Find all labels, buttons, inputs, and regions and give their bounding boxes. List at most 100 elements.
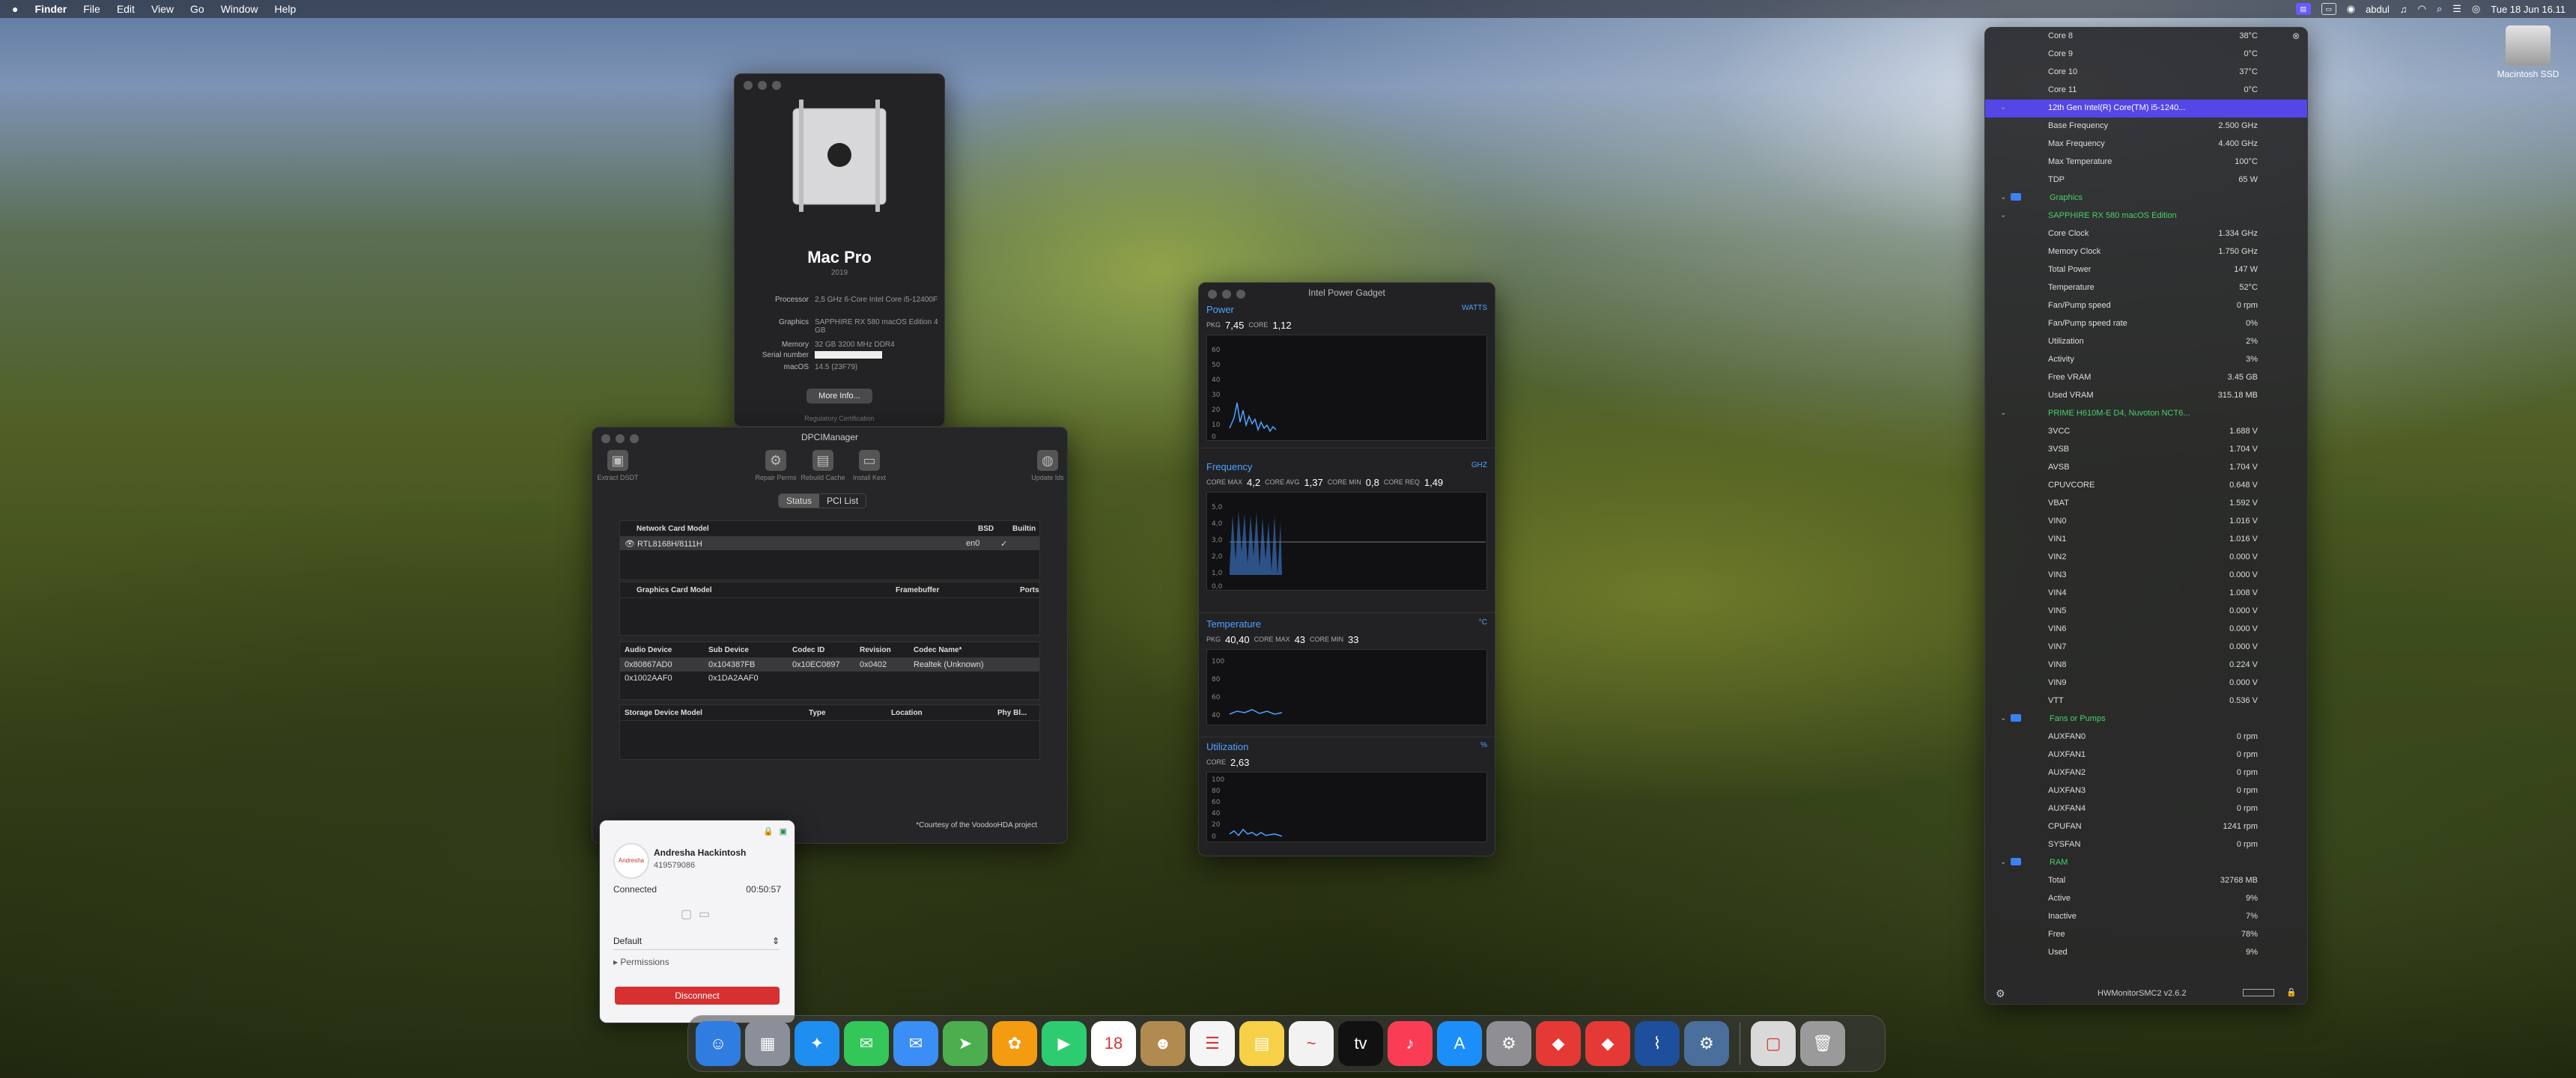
sensor-row[interactable]: VIN4 1.008 V	[1985, 585, 2307, 603]
sensor-row[interactable]: CPUFAN 1241 rpm	[1985, 818, 2307, 836]
menu-view[interactable]: View	[151, 3, 174, 15]
sensor-row[interactable]: VIN2 0.000 V	[1985, 549, 2307, 567]
sensor-row[interactable]: Max Frequency 4.400 GHz	[1985, 135, 2307, 153]
desktop-disk[interactable]: Macintosh SSD	[2491, 25, 2566, 79]
sensor-row[interactable]: ⌄ PRIME H610M-E D4, Nuvoton NCT6...	[1985, 405, 2307, 423]
photos-icon[interactable]: ✿	[992, 1021, 1037, 1066]
wifi-icon[interactable]: ◠	[2418, 3, 2426, 15]
apple-icon[interactable]: ●	[12, 3, 18, 15]
close-icon[interactable]: ⊗	[2292, 31, 2300, 41]
freeform-icon[interactable]: ~	[1289, 1021, 1334, 1066]
sensor-row[interactable]: VIN6 0.000 V	[1985, 621, 2307, 639]
sensor-row[interactable]: Active 9%	[1985, 890, 2307, 908]
sensor-row[interactable]: Core 8 38°C	[1985, 28, 2307, 46]
sensor-row[interactable]: VBAT 1.592 V	[1985, 495, 2307, 513]
launchpad-icon[interactable]: ▦	[745, 1021, 790, 1066]
sensor-row[interactable]: Used VRAM 315.18 MB	[1985, 387, 2307, 405]
messages-icon[interactable]: ✉	[844, 1021, 889, 1066]
sensor-row[interactable]: TDP 65 W	[1985, 171, 2307, 189]
headphones-icon[interactable]: ♫	[2400, 4, 2408, 15]
hwmonitor-tray-icon[interactable]: ▤	[2295, 3, 2311, 15]
sensor-row[interactable]: Fan/Pump speed 0 rpm	[1985, 297, 2307, 315]
chevron-down-icon[interactable]: ⌄	[2000, 193, 2006, 201]
menu-edit[interactable]: Edit	[117, 3, 135, 15]
chat-icon[interactable]: ▭	[699, 907, 710, 922]
profile-select[interactable]: Default ⇕	[613, 933, 780, 950]
update-ids-button[interactable]: ◍ Update Ids	[1018, 450, 1067, 481]
menu-clock[interactable]: Tue 18 Jun 16.11	[2491, 4, 2566, 15]
sensor-row[interactable]: VIN7 0.000 V	[1985, 639, 2307, 657]
sensor-row[interactable]: Used 9%	[1985, 944, 2307, 962]
sensor-row[interactable]: VIN9 0.000 V	[1985, 674, 2307, 692]
sensor-row[interactable]: AUXFAN3 0 rpm	[1985, 782, 2307, 800]
sensor-row[interactable]: VIN3 0.000 V	[1985, 567, 2307, 585]
more-info-button[interactable]: More Info...	[806, 389, 872, 404]
sensor-row[interactable]: VTT 0.536 V	[1985, 692, 2307, 710]
gear-icon[interactable]: ⚙	[1996, 987, 2005, 1000]
sensor-row[interactable]: ⌄ Graphics	[1985, 189, 2307, 207]
reminders-icon[interactable]: ☰	[1190, 1021, 1235, 1066]
file-icon[interactable]: ▢	[681, 907, 692, 922]
chevron-down-icon[interactable]: ⌄	[2000, 103, 2006, 112]
sensor-row[interactable]: AUXFAN4 0 rpm	[1985, 800, 2307, 818]
finder-icon[interactable]: ☺	[696, 1021, 741, 1066]
install-kext-button[interactable]: ▭ Install Kext	[839, 450, 899, 481]
sensor-row[interactable]: ⌄ RAM	[1985, 854, 2307, 872]
sensor-row[interactable]: Free VRAM 3.45 GB	[1985, 369, 2307, 387]
sensor-row[interactable]: Max Temperature 100°C	[1985, 153, 2307, 171]
sensor-row[interactable]: VIN1 1.016 V	[1985, 531, 2307, 549]
screen-tray-icon[interactable]: ▭	[2321, 3, 2336, 15]
chevron-down-icon[interactable]: ⌄	[2000, 409, 2006, 417]
sensor-row[interactable]: VIN0 1.016 V	[1985, 513, 2307, 531]
sensor-row[interactable]: Utilization 2%	[1985, 333, 2307, 351]
close-button[interactable]	[744, 81, 753, 90]
sensor-row[interactable]: AUXFAN0 0 rpm	[1985, 728, 2307, 746]
tab-pci-list[interactable]: PCI List	[819, 494, 866, 508]
chevron-down-icon[interactable]: ⌄	[2000, 211, 2006, 219]
calendar-icon[interactable]: 18	[1091, 1021, 1136, 1066]
sensor-row[interactable]: ⌄ Fans or Pumps	[1985, 710, 2307, 728]
sensor-row[interactable]: Core 9 0°C	[1985, 46, 2307, 64]
sensor-row[interactable]: Memory Clock 1.750 GHz	[1985, 243, 2307, 261]
sensor-row[interactable]: AUXFAN1 0 rpm	[1985, 746, 2307, 764]
sensor-row[interactable]: Core 10 37°C	[1985, 64, 2307, 82]
user-icon[interactable]: ◉	[2347, 3, 2355, 15]
mail-icon[interactable]: ✉	[893, 1021, 938, 1066]
utility-icon[interactable]: ⚙	[1684, 1021, 1729, 1066]
chevron-down-icon[interactable]: ⌄	[2000, 714, 2006, 722]
sensor-row[interactable]: AVSB 1.704 V	[1985, 459, 2307, 477]
zoom-button[interactable]	[772, 81, 781, 90]
sensor-row[interactable]: AUXFAN2 0 rpm	[1985, 764, 2307, 782]
anydesk2-icon[interactable]: ◆	[1585, 1021, 1630, 1066]
sensor-row[interactable]: Base Frequency 2.500 GHz	[1985, 118, 2307, 135]
permissions-toggle[interactable]: ▸ Permissions	[613, 957, 669, 967]
chevron-down-icon[interactable]: ⌄	[2000, 858, 2006, 866]
sensor-row[interactable]: Free 78%	[1985, 926, 2307, 944]
notes-icon[interactable]: ▤	[1239, 1021, 1284, 1066]
sensor-row[interactable]: VIN5 0.000 V	[1985, 603, 2307, 621]
powergadget-icon[interactable]: ⌇	[1635, 1021, 1680, 1066]
contacts-icon[interactable]: ☻	[1140, 1021, 1185, 1066]
sensor-row[interactable]: Total Power 147 W	[1985, 261, 2307, 279]
settings-icon[interactable]: ⚙	[1486, 1021, 1531, 1066]
sensor-row[interactable]: Total 32768 MB	[1985, 872, 2307, 890]
menu-app-name[interactable]: Finder	[34, 3, 67, 15]
menu-help[interactable]: Help	[275, 3, 297, 15]
sensor-row[interactable]: Temperature 52°C	[1985, 279, 2307, 297]
sensor-row[interactable]: ⌄ SAPPHIRE RX 580 macOS Edition	[1985, 207, 2307, 225]
facetime-icon[interactable]: ▶	[1042, 1021, 1087, 1066]
sensor-row[interactable]: Fan/Pump speed rate 0%	[1985, 315, 2307, 333]
sensor-row[interactable]: 3VSB 1.704 V	[1985, 441, 2307, 459]
sensor-row[interactable]: ⌄ 12th Gen Intel(R) Core(TM) i5-1240...	[1985, 100, 2307, 118]
control-center-icon[interactable]: ☰	[2452, 3, 2461, 15]
safari-icon[interactable]: ✦	[795, 1021, 839, 1066]
trash-icon[interactable]: 🗑	[1800, 1021, 1845, 1066]
menu-go[interactable]: Go	[190, 3, 204, 15]
music-icon[interactable]: ♪	[1388, 1021, 1433, 1066]
siri-icon[interactable]: ◎	[2472, 3, 2480, 15]
anydesk-icon[interactable]: ◆	[1536, 1021, 1581, 1066]
sensor-row[interactable]: 3VCC 1.688 V	[1985, 423, 2307, 441]
disconnect-button[interactable]: Disconnect	[615, 987, 780, 1005]
menu-file[interactable]: File	[83, 3, 100, 15]
appletv-icon[interactable]: tv	[1338, 1021, 1383, 1066]
